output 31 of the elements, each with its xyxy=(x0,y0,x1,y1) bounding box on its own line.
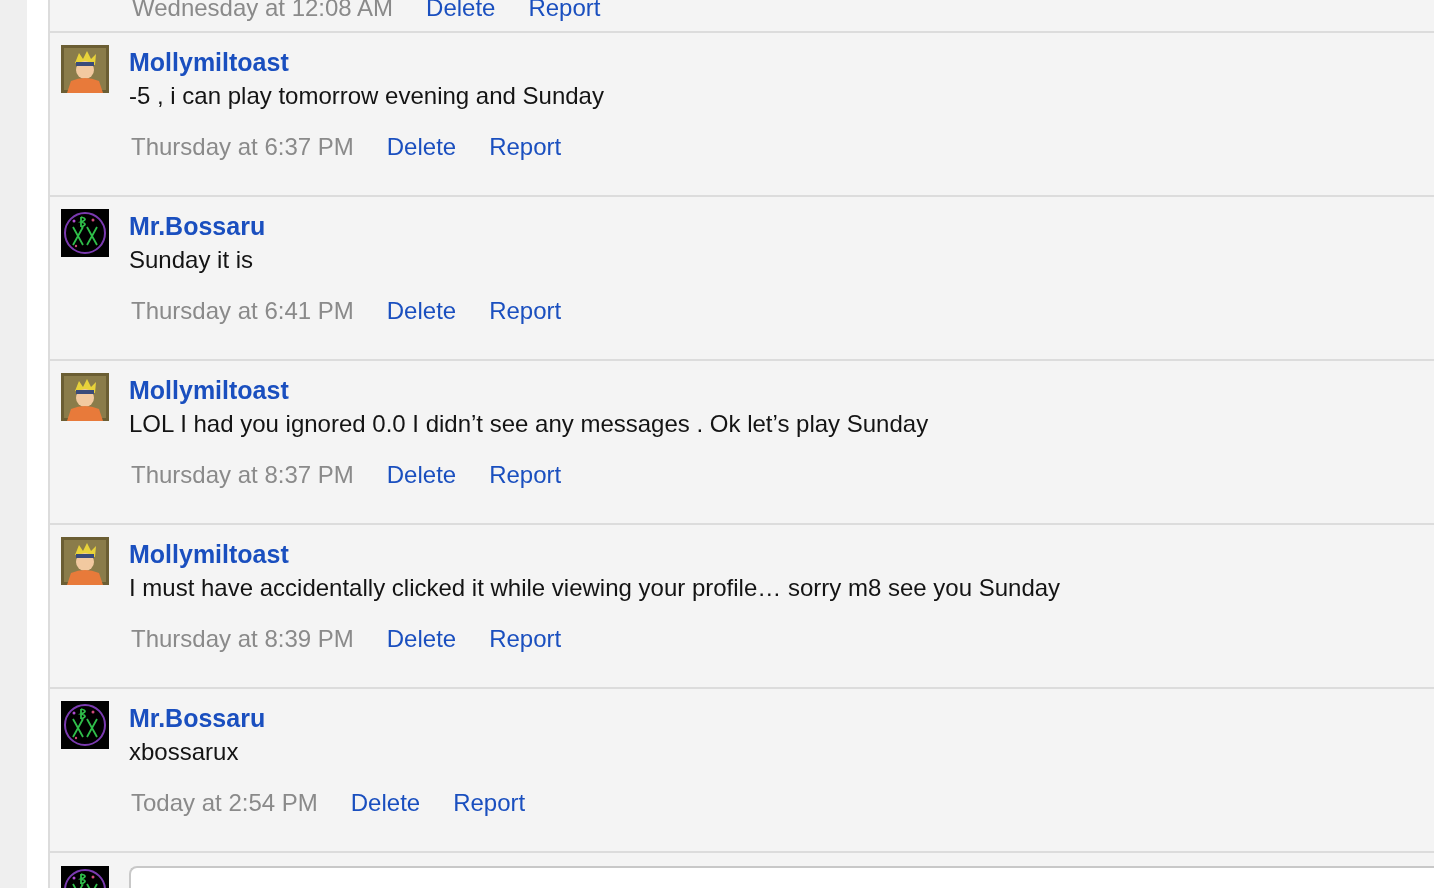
username-link[interactable]: Mollymiltoast xyxy=(129,539,289,569)
report-link[interactable]: Report xyxy=(489,296,562,326)
username-link[interactable]: Mollymiltoast xyxy=(129,375,289,405)
avatar-icon[interactable] xyxy=(61,537,109,585)
delete-link[interactable]: Delete xyxy=(386,624,457,654)
report-link[interactable]: Report xyxy=(489,624,562,654)
username-link[interactable]: Mr.Bossaru xyxy=(129,703,266,733)
report-link[interactable]: Report xyxy=(453,788,526,818)
timestamp: Thursday at 6:37 PM xyxy=(131,132,354,162)
username-link[interactable]: Mollymiltoast xyxy=(129,47,289,77)
timestamp: Thursday at 8:37 PM xyxy=(131,460,354,490)
timestamp: Today at 2:54 PM xyxy=(131,788,318,818)
avatar-icon[interactable] xyxy=(61,373,109,421)
delete-link[interactable]: Delete xyxy=(386,460,457,490)
username-link[interactable]: Mr.Bossaru xyxy=(129,211,266,241)
message-text: LOL I had you ignored 0.0 I didn’t see any messages . Ok let’s play Sunday xyxy=(129,410,929,439)
message-text: I must have accidentally clicked it while viewing your profile… sorry m8 see you Sunday xyxy=(129,574,1061,603)
avatar-icon[interactable] xyxy=(61,45,109,93)
avatar-icon[interactable] xyxy=(61,209,109,257)
message-text: xbossarux xyxy=(129,738,240,767)
report-link[interactable]: Report xyxy=(489,460,562,490)
avatar-icon[interactable] xyxy=(61,701,109,749)
message-text: -5 , i can play tomorrow evening and Sunday xyxy=(129,82,604,111)
delete-link[interactable]: Delete xyxy=(386,296,457,326)
message-text: Sunday it is xyxy=(129,246,255,275)
timestamp: Thursday at 6:41 PM xyxy=(131,296,354,326)
delete-link[interactable]: Delete xyxy=(350,788,421,818)
report-link[interactable]: Report xyxy=(489,132,562,162)
timestamp: Thursday at 8:39 PM xyxy=(131,624,354,654)
report-link[interactable]: Report xyxy=(528,0,601,23)
delete-link[interactable]: Delete xyxy=(386,132,457,162)
